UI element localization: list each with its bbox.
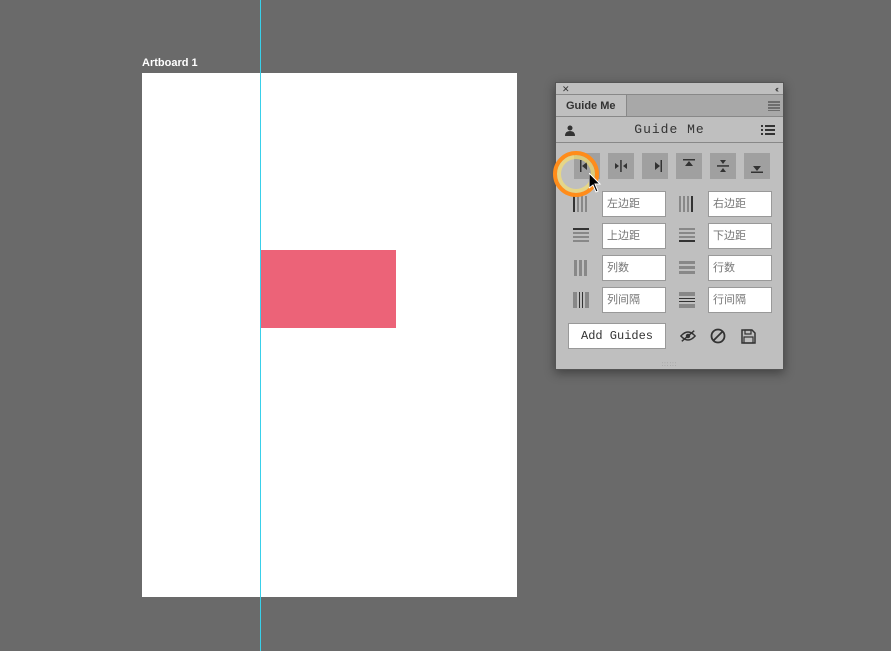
panel-header[interactable]: ✕ ‹‹ bbox=[556, 83, 783, 95]
panel-menu-icon[interactable] bbox=[765, 95, 783, 116]
align-v-center-button[interactable] bbox=[710, 153, 736, 179]
row-gap-input[interactable] bbox=[708, 287, 772, 313]
left-margin-input[interactable] bbox=[602, 191, 666, 217]
left-margin-icon bbox=[568, 191, 594, 217]
align-bottom-edge-button[interactable] bbox=[744, 153, 770, 179]
artboard[interactable] bbox=[142, 73, 517, 597]
rows-input[interactable] bbox=[708, 255, 772, 281]
save-icon[interactable] bbox=[740, 328, 756, 344]
panel-resize-grip[interactable]: :::::: bbox=[556, 361, 783, 369]
visibility-toggle-icon[interactable] bbox=[680, 328, 696, 344]
collapse-icon[interactable]: ‹‹ bbox=[775, 84, 777, 94]
guide-vertical[interactable] bbox=[260, 0, 261, 651]
bottom-margin-icon bbox=[674, 223, 700, 249]
columns-icon bbox=[568, 255, 594, 281]
align-left-edge-button[interactable] bbox=[574, 153, 600, 179]
right-margin-icon bbox=[674, 191, 700, 217]
bottom-margin-input[interactable] bbox=[708, 223, 772, 249]
user-icon[interactable] bbox=[564, 124, 578, 136]
column-gap-icon bbox=[568, 287, 594, 313]
add-guides-button[interactable]: Add Guides bbox=[568, 323, 666, 349]
panel-title: Guide Me bbox=[578, 122, 761, 137]
align-right-edge-button[interactable] bbox=[642, 153, 668, 179]
columns-input[interactable] bbox=[602, 255, 666, 281]
artboard-label: Artboard 1 bbox=[142, 57, 517, 69]
clear-icon[interactable] bbox=[710, 328, 726, 344]
rows-icon bbox=[674, 255, 700, 281]
tab-guide-me[interactable]: Guide Me bbox=[556, 95, 627, 116]
guide-me-panel: ✕ ‹‹ Guide Me Guide Me bbox=[555, 82, 784, 370]
align-top-edge-button[interactable] bbox=[676, 153, 702, 179]
right-margin-input[interactable] bbox=[708, 191, 772, 217]
column-gap-input[interactable] bbox=[602, 287, 666, 313]
align-h-center-button[interactable] bbox=[608, 153, 634, 179]
row-gap-icon bbox=[674, 287, 700, 313]
close-icon[interactable]: ✕ bbox=[562, 84, 570, 95]
top-margin-icon bbox=[568, 223, 594, 249]
list-icon[interactable] bbox=[761, 125, 775, 135]
top-margin-input[interactable] bbox=[602, 223, 666, 249]
shape-rectangle[interactable] bbox=[260, 250, 396, 328]
